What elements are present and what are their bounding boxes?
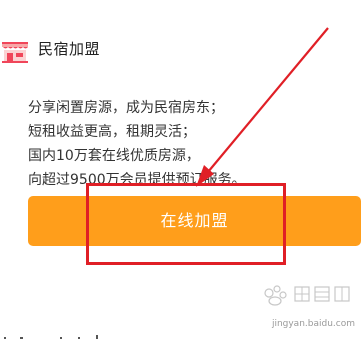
description-line: 分享闲置房源，成为民宿房东； <box>28 100 224 116</box>
card-header: 民宿加盟 <box>0 30 361 68</box>
bottom-divider <box>4 335 98 339</box>
page: 民宿加盟 分享闲置房源，成为民宿房东； 短租收益更高，租期灵活； 国内10万套在… <box>0 0 361 343</box>
card-title: 民宿加盟 <box>38 40 101 58</box>
shop-icon <box>2 42 28 63</box>
description-line: 国内10万套在线优质房源， <box>28 148 200 164</box>
annotation-highlight-box <box>86 183 286 265</box>
card-description: 分享闲置房源，成为民宿房东； 短租收益更高，租期灵活； 国内10万套在线优质房源… <box>28 96 348 192</box>
baidu-jingyan-logo <box>264 285 350 306</box>
description-line: 短租收益更高，租期灵活； <box>28 124 196 140</box>
watermark-url: jingyan.baidu.com <box>271 319 355 329</box>
